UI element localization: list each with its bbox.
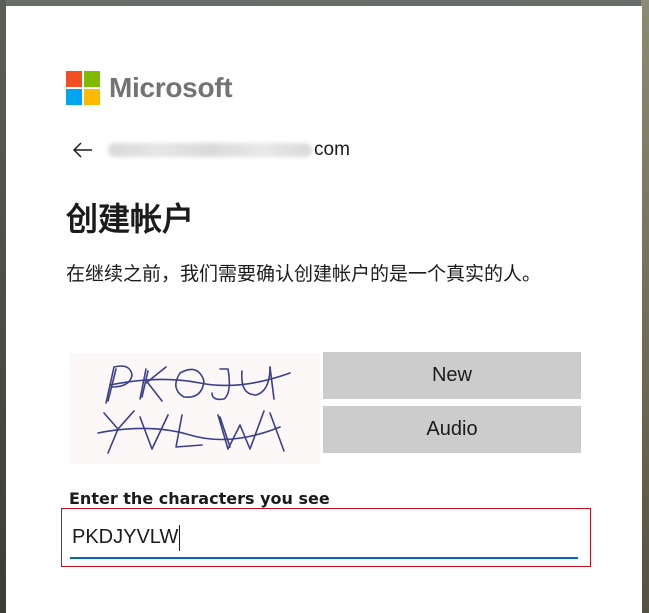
microsoft-logo-text: Microsoft [109,72,233,103]
captcha-audio-button[interactable]: Audio [323,406,581,453]
captcha-image [70,353,320,464]
identity-banner: com [72,139,350,161]
captcha-new-button[interactable]: New [323,352,581,399]
microsoft-logo-icon [66,71,100,105]
email-redacted [108,143,312,157]
captcha-input[interactable] [70,517,578,559]
text-caret [179,525,180,551]
captcha-input-label: Enter the characters you see [69,489,330,508]
microsoft-logo: Microsoft [66,71,233,105]
signup-card: Microsoft com 创建帐户 在继续之前，我们需要确认创建帐户的是一个真… [6,6,642,613]
captcha-input-wrapper [61,508,591,567]
page-title: 创建帐户 [66,200,195,238]
arrow-left-icon[interactable] [72,139,94,161]
email-suffix: com [314,139,350,160]
background-right [641,0,649,613]
page-description: 在继续之前，我们需要确认创建帐户的是一个真实的人。 [66,263,542,285]
